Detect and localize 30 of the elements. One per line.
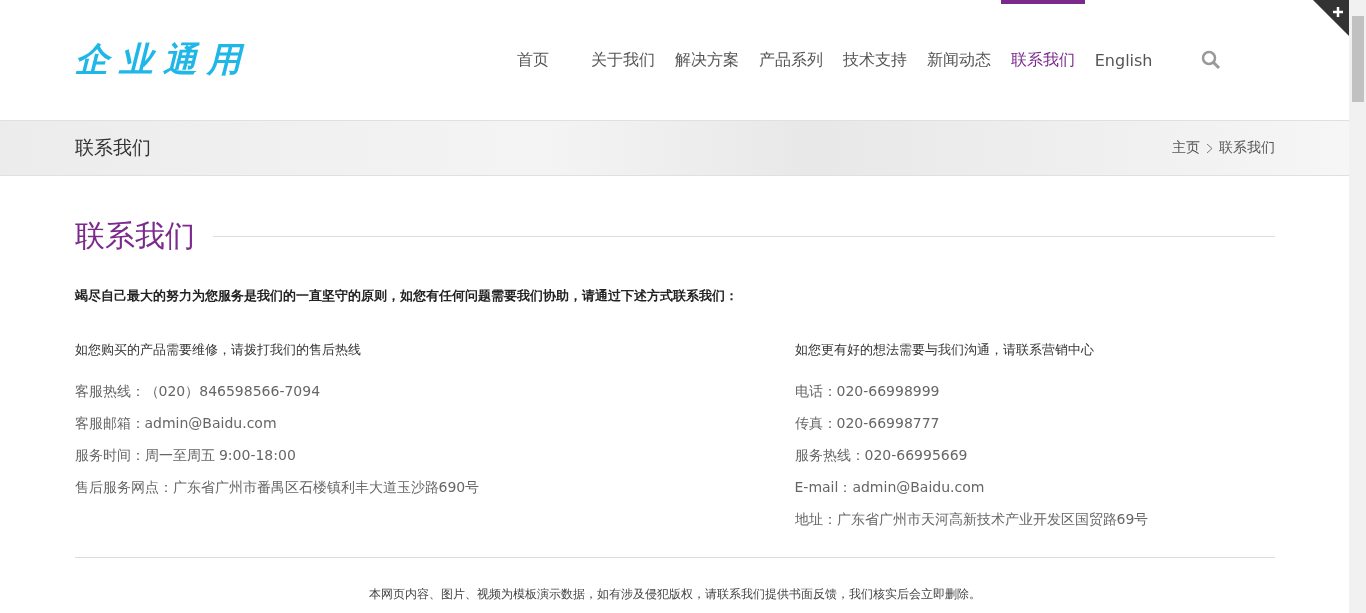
nav-link[interactable]: 关于我们 bbox=[580, 0, 665, 120]
section-title: 联系我们 bbox=[74, 217, 195, 255]
scrollbar-thumb[interactable] bbox=[1351, 16, 1364, 102]
nav-link[interactable]: 首页 bbox=[506, 0, 559, 120]
contact-line: 服务热线：020-66995669 bbox=[794, 447, 968, 463]
footer-notice: 本网页内容、图片、视频为模板演示数据，如有涉及侵犯版权，请联系我们提供书面反馈，我们核实后会立即删除。 bbox=[368, 587, 981, 601]
corner-plus-icon[interactable] bbox=[1313, 0, 1349, 36]
chevron-right-icon bbox=[1205, 142, 1213, 154]
search-icon[interactable] bbox=[1200, 50, 1221, 70]
contact-line: 地址：广东省广州市天河高新技术产业开发区国贸路69号 bbox=[794, 511, 1149, 527]
scrollbar[interactable] bbox=[1349, 0, 1366, 613]
contact-line: 电话：020-66998999 bbox=[794, 383, 940, 399]
contact-line: E-mail：admin@Baidu.com bbox=[794, 479, 985, 495]
breadcrumb-link[interactable]: 联系我们 bbox=[1218, 139, 1275, 157]
nav-link[interactable]: 技术支持 bbox=[832, 0, 917, 120]
nav-link[interactable]: 联系我们 bbox=[1000, 0, 1085, 120]
intro-text: 竭尽自己最大的努力为您服务是我们的一直坚守的原则，如您有任何问题需要我们协助，请通过下述方式联系我们： bbox=[74, 287, 739, 305]
contact-line: 服务时间：周一至周五 9:00-18:00 bbox=[74, 447, 296, 463]
nav-link[interactable]: English bbox=[1084, 0, 1163, 120]
contact-line: 售后服务网点：广东省广州市番禺区石楼镇利丰大道玉沙路690号 bbox=[74, 479, 480, 495]
contact-line: 传真：020-66998777 bbox=[794, 415, 940, 431]
nav-link[interactable]: 新闻动态 bbox=[916, 0, 1001, 120]
nav-link[interactable]: 解决方案 bbox=[664, 0, 749, 120]
contact-line: 客服邮箱：admin@Baidu.com bbox=[74, 415, 277, 431]
nav-link[interactable]: 产品系列 bbox=[748, 0, 833, 120]
column-heading: 如您购买的产品需要维修，请拨打我们的售后热线 bbox=[74, 341, 362, 359]
contact-line: 客服热线：（020）846598566-7094 bbox=[74, 383, 321, 399]
column-heading: 如您更有好的想法需要与我们沟通，请联系营销中心 bbox=[794, 341, 1095, 359]
banner-title: 联系我们 bbox=[74, 135, 151, 160]
breadcrumb-link[interactable]: 主页 bbox=[1171, 139, 1200, 157]
